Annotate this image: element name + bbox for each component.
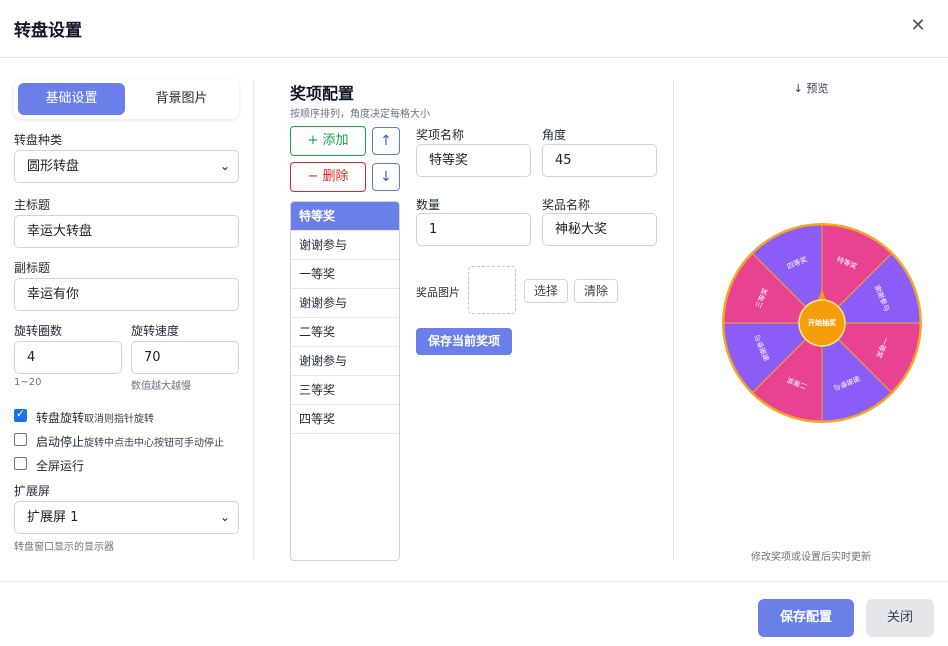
dialog-footer: 保存配置 关闭 xyxy=(0,581,948,646)
divider xyxy=(253,80,254,560)
clear-image-button[interactable]: 清除 xyxy=(574,279,618,303)
angle-input[interactable]: 45 xyxy=(542,144,657,177)
manual-stop-label: 启动停止旋转中点击中心按钮可手动停止 xyxy=(36,433,224,450)
preview-title: ↓ 预览 xyxy=(793,82,829,95)
extended-screen-label: 扩展屏 xyxy=(14,484,51,498)
prizes-subtitle: 按顺序排列，角度决定每格大小 xyxy=(290,109,430,120)
choose-image-button[interactable]: 选择 xyxy=(524,279,568,303)
wheel-preview: 特等奖谢谢参与一等奖谢谢参与二等奖谢谢参与三等奖四等奖开始抽奖 xyxy=(722,223,922,423)
fullscreen-label: 全屏运行 xyxy=(36,459,85,473)
extended-screen-select[interactable]: 扩展屏 1 ⌄ xyxy=(14,501,239,534)
chevron-down-icon: ⌄ xyxy=(219,510,230,524)
preview-note: 修改奖项或设置后实时更新 xyxy=(751,552,871,563)
prize-list: 特等奖 谢谢参与 一等奖 谢谢参与 二等奖 谢谢参与 三等奖 四等奖 xyxy=(290,201,400,561)
tab-background-image[interactable]: 背景图片 xyxy=(128,83,235,115)
speed-label: 旋转速度 xyxy=(131,324,180,338)
angle-label: 角度 xyxy=(542,128,567,142)
reward-name-input[interactable]: 神秘大奖 xyxy=(542,213,657,246)
manual-stop-text: 启动停止 xyxy=(36,435,85,449)
rotate-wheel-checkbox[interactable] xyxy=(14,407,27,422)
list-item[interactable]: 谢谢参与 xyxy=(291,289,399,318)
wheel-type-select[interactable]: 圆形转盘 ⌄ xyxy=(14,150,239,183)
main-title-input[interactable]: 幸运大转盘 xyxy=(14,215,239,248)
close-button[interactable]: 关闭 xyxy=(866,599,934,637)
divider xyxy=(673,80,674,560)
close-icon[interactable]: ✕ xyxy=(908,14,928,38)
start-draw-label: 开始抽奖 xyxy=(808,318,837,327)
fullscreen-checkbox[interactable] xyxy=(14,457,27,470)
sub-title-label: 副标题 xyxy=(14,261,51,275)
wheel-type-label: 转盘种类 xyxy=(14,133,63,147)
move-up-button[interactable]: ↑ xyxy=(372,127,400,155)
extended-screen-value: 扩展屏 1 xyxy=(27,510,79,525)
wheel-type-value: 圆形转盘 xyxy=(27,159,80,174)
manual-stop-checkbox[interactable] xyxy=(14,433,27,446)
settings-tabs: 基础设置 背景图片 xyxy=(14,79,239,119)
list-item[interactable]: 特等奖 xyxy=(291,202,399,231)
quantity-label: 数量 xyxy=(416,198,441,212)
rotate-wheel-text: 转盘旋转 xyxy=(36,411,85,425)
prizes-title: 奖项配置 xyxy=(290,84,355,103)
rounds-input[interactable]: 4 xyxy=(14,341,122,374)
prize-image-upload[interactable] xyxy=(468,266,516,314)
rotate-wheel-note: 取消则指针旋转 xyxy=(84,414,155,425)
speed-hint: 数值越大越慢 xyxy=(131,381,191,392)
save-config-button[interactable]: 保存配置 xyxy=(758,599,854,637)
quantity-input[interactable]: 1 xyxy=(416,213,531,246)
dialog-title: 转盘设置 xyxy=(14,21,82,41)
settings-dialog: 转盘设置 ✕ 基础设置 背景图片 转盘种类 圆形转盘 ⌄ 主标题 幸运大转盘 副… xyxy=(0,0,948,646)
rounds-label: 旋转圈数 xyxy=(14,324,63,338)
add-prize-button[interactable]: + 添加 xyxy=(290,126,366,156)
list-item[interactable]: 三等奖 xyxy=(291,376,399,405)
rounds-hint: 1~20 xyxy=(14,377,42,388)
extended-screen-hint: 转盘窗口显示的显示器 xyxy=(14,542,114,553)
rotate-wheel-label: 转盘旋转取消则指针旋转 xyxy=(36,409,154,426)
prize-name-input[interactable]: 特等奖 xyxy=(416,144,531,177)
list-item[interactable]: 一等奖 xyxy=(291,260,399,289)
chevron-down-icon: ⌄ xyxy=(219,159,230,173)
list-item[interactable]: 二等奖 xyxy=(291,318,399,347)
manual-stop-note: 旋转中点击中心按钮可手动停止 xyxy=(84,438,225,449)
tab-basic-settings[interactable]: 基础设置 xyxy=(18,83,125,115)
move-down-button[interactable]: ↓ xyxy=(372,163,400,191)
sub-title-input[interactable]: 幸运有你 xyxy=(14,278,239,311)
list-item[interactable]: 谢谢参与 xyxy=(291,231,399,260)
main-title-label: 主标题 xyxy=(14,198,51,212)
prize-image-label: 奖品图片 xyxy=(416,286,460,299)
speed-input[interactable]: 70 xyxy=(131,341,239,374)
save-prize-button[interactable]: 保存当前奖项 xyxy=(416,328,512,355)
list-item[interactable]: 谢谢参与 xyxy=(291,347,399,376)
prize-name-label: 奖项名称 xyxy=(416,128,465,142)
list-item[interactable]: 四等奖 xyxy=(291,405,399,434)
dialog-header: 转盘设置 ✕ xyxy=(0,0,948,58)
reward-name-label: 奖品名称 xyxy=(542,198,591,212)
delete-prize-button[interactable]: − 删除 xyxy=(290,162,366,192)
